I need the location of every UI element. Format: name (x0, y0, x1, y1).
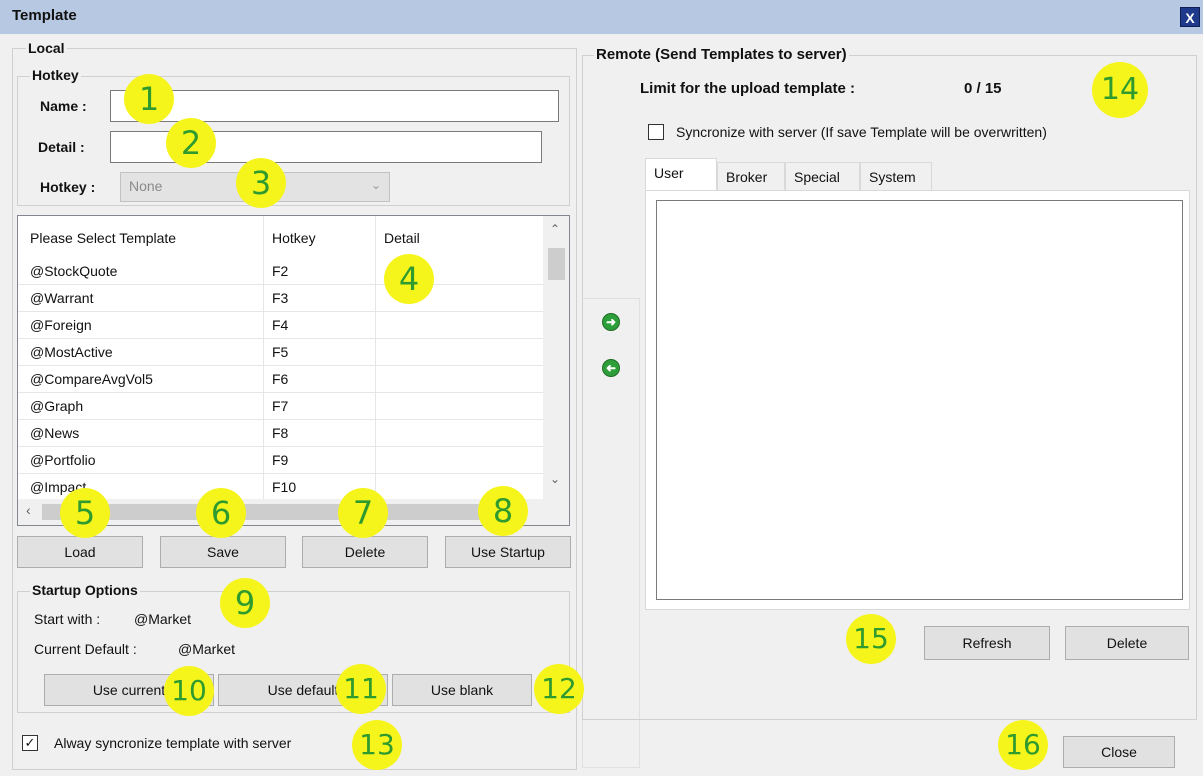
annotation-badge-2: 2 (166, 118, 216, 168)
local-legend: Local (26, 40, 67, 56)
column-header-hotkey[interactable]: Hotkey (272, 230, 316, 246)
annotation-badge-11: 11 (336, 664, 386, 714)
window-title: Template (12, 7, 77, 24)
horizontal-scroll-thumb[interactable] (42, 504, 512, 520)
name-input[interactable] (110, 90, 559, 122)
start-with-value: @Market (134, 611, 191, 627)
start-with-label: Start with : (34, 611, 101, 627)
tab-system[interactable]: System (860, 162, 932, 190)
use-blank-button[interactable]: Use blank (392, 674, 532, 706)
annotation-badge-6: 6 (196, 488, 246, 538)
always-sync-label[interactable]: Alway syncronize template with server (54, 735, 291, 751)
template-list-header: Please Select Template Hotkey Detail (18, 216, 543, 260)
current-default-label: Current Default : (34, 641, 137, 657)
annotation-badge-10: 10 (164, 666, 214, 716)
annotation-badge-15: 15 (846, 614, 896, 664)
row-hotkey: F9 (272, 452, 289, 468)
sync-with-server-checkbox[interactable] (648, 124, 664, 140)
startup-options-legend: Startup Options (30, 582, 140, 598)
annotation-badge-7: 7 (338, 488, 388, 538)
hotkey-legend: Hotkey (30, 67, 81, 83)
row-template-name: @Graph (30, 398, 84, 414)
remote-delete-button[interactable]: Delete (1065, 626, 1189, 660)
always-sync-checkbox[interactable]: ✓ (22, 735, 38, 751)
row-hotkey: F8 (272, 425, 289, 441)
table-row[interactable]: @Foreign F4 (18, 312, 543, 339)
table-row[interactable]: @CompareAvgVol5 F6 (18, 366, 543, 393)
table-row[interactable]: @News F8 (18, 420, 543, 447)
current-default-value: @Market (178, 641, 235, 657)
template-list[interactable]: Please Select Template Hotkey Detail @St… (17, 215, 570, 526)
delete-button[interactable]: Delete (302, 536, 428, 568)
row-hotkey: F5 (272, 344, 289, 360)
annotation-badge-3: 3 (236, 158, 286, 208)
annotation-badge-13: 13 (352, 720, 402, 770)
table-row[interactable]: @StockQuote F2 (18, 258, 543, 285)
annotation-badge-9: 9 (220, 578, 270, 628)
upload-limit-label: Limit for the upload template : (640, 80, 856, 97)
scroll-up-icon[interactable]: ⌃ (550, 222, 560, 236)
upload-limit-value: 0 / 15 (964, 80, 1002, 97)
remote-legend: Remote (Send Templates to server) (594, 46, 849, 63)
name-label: Name : (40, 98, 87, 114)
row-template-name: @Portfolio (30, 452, 96, 468)
tab-broker[interactable]: Broker (717, 162, 785, 190)
close-button[interactable]: Close (1063, 736, 1175, 768)
annotation-badge-4: 4 (384, 254, 434, 304)
annotation-badge-5: 5 (60, 488, 110, 538)
column-header-detail[interactable]: Detail (384, 230, 420, 246)
sync-with-server-label[interactable]: Syncronize with server (If save Template… (676, 124, 1047, 140)
row-hotkey: F3 (272, 290, 289, 306)
close-window-icon[interactable]: X (1180, 7, 1200, 27)
annotation-badge-16: 16 (998, 720, 1048, 770)
tab-special[interactable]: Special (785, 162, 860, 190)
table-row[interactable]: @Portfolio F9 (18, 447, 543, 474)
hotkey-label: Hotkey : (40, 179, 96, 195)
row-template-name: @Warrant (30, 290, 94, 306)
use-startup-button[interactable]: Use Startup (445, 536, 571, 568)
detail-label: Detail : (38, 139, 85, 155)
row-template-name: @News (30, 425, 80, 441)
row-hotkey: F7 (272, 398, 289, 414)
annotation-badge-1: 1 (124, 74, 174, 124)
row-hotkey: F4 (272, 317, 289, 333)
vertical-scrollbar[interactable]: ⌃ ⌄ (543, 216, 569, 500)
annotation-badge-8: 8 (478, 486, 528, 536)
column-header-template[interactable]: Please Select Template (30, 230, 176, 246)
chevron-down-icon: ⌄ (370, 178, 381, 192)
save-button[interactable]: Save (160, 536, 286, 568)
load-button[interactable]: Load (17, 536, 143, 568)
annotation-badge-14: 14 (1092, 62, 1148, 118)
row-template-name: @CompareAvgVol5 (30, 371, 153, 387)
refresh-button[interactable]: Refresh (924, 626, 1050, 660)
row-hotkey: F2 (272, 263, 289, 279)
row-template-name: @StockQuote (30, 263, 118, 279)
scroll-left-icon[interactable]: ‹ (26, 502, 31, 518)
tab-user[interactable]: User (645, 158, 717, 190)
vertical-scroll-thumb[interactable] (548, 248, 565, 280)
table-row[interactable]: @Graph F7 (18, 393, 543, 420)
row-hotkey: F6 (272, 371, 289, 387)
hotkey-select-value: None (129, 178, 163, 194)
row-template-name: @Foreign (30, 317, 92, 333)
row-template-name: @MostActive (30, 344, 113, 360)
table-row[interactable]: @MostActive F5 (18, 339, 543, 366)
title-bar: Template X (0, 0, 1203, 34)
row-hotkey: F10 (272, 479, 297, 495)
annotation-badge-12: 12 (534, 664, 584, 714)
remote-template-list[interactable] (656, 200, 1183, 600)
scroll-down-icon[interactable]: ⌄ (550, 472, 560, 486)
table-row[interactable]: @Warrant F3 (18, 285, 543, 312)
